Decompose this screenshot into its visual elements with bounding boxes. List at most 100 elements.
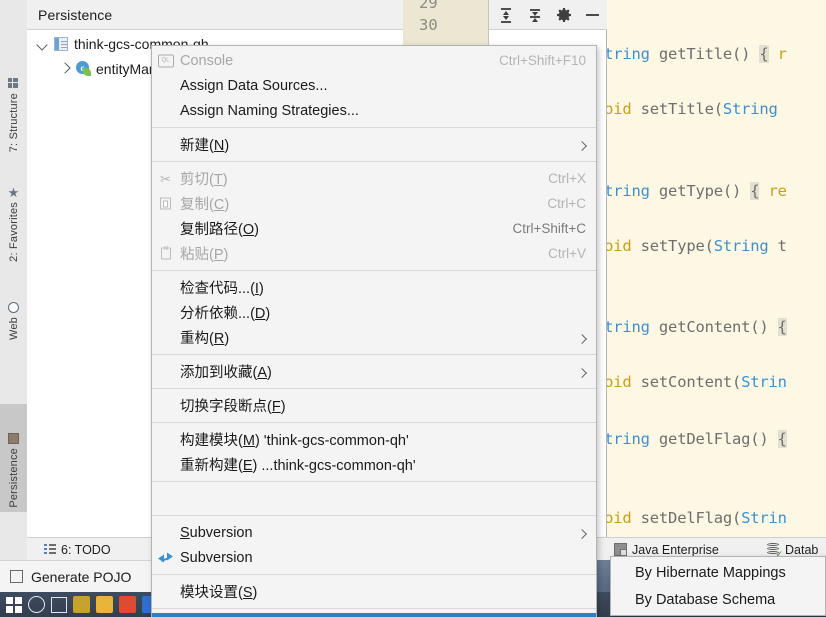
status-todo[interactable]: 6: TODO [44,538,111,561]
menu-item-console[interactable]: QL Console Ctrl+Shift+F10 [152,48,596,73]
windows-start-icon[interactable] [6,596,22,613]
menu-item-label: 粘贴(P) [180,247,229,263]
taskbar-app-icon-1[interactable] [73,596,90,613]
menu-item-label: Assign Naming Strategies... [180,102,359,119]
code-line: void setTitle(String [607,100,778,118]
menu-item-label: Subversion [180,524,253,541]
taskbar-app-icon-2[interactable] [96,596,113,613]
menu-item-label: 分析依赖...(D) [180,306,271,322]
menu-separator [152,608,596,609]
menu-item-rebuild-module[interactable]: 重新构建(E) ...think-gcs-common-qh' [152,452,596,477]
menu-item-subversion[interactable]: Subversion [152,520,596,545]
sidebar-item-favorites[interactable]: 2: Favorites ★ [0,162,27,266]
menu-item-accel: Ctrl+Shift+C [512,221,586,236]
menu-item-assign-data-sources[interactable]: Assign Data Sources... [152,73,596,98]
code-line: void setDelFlag(Strin [607,509,787,527]
menu-item-generate-persistence-mapping[interactable] [152,613,596,617]
code-line: void setContent(Strin [607,373,787,391]
sidebar-item-label: Persistence [7,448,20,508]
sidebar-item-label: 2: Favorites [7,202,20,262]
line-number: 30 [419,16,438,34]
menu-separator [152,270,596,271]
sidebar-item-persistence[interactable]: Persistence [0,404,27,512]
todo-list-icon [44,544,56,555]
menu-item-label: 重构(R) [180,331,230,347]
hide-window-button[interactable] [578,0,607,30]
database-icon [767,543,783,560]
cortana-search-icon[interactable] [28,596,45,613]
sidebar-item-structure[interactable]: 7: Structure [0,48,27,156]
menu-item-compare[interactable]: Subversion [152,545,596,570]
menu-item-label: By Hibernate Mappings [635,564,786,581]
menu-item-new[interactable]: 新建(N) [152,132,596,157]
menu-item-label: Console [180,52,234,69]
generate-pojo-label: Generate POJO [31,568,132,585]
chevron-right-icon[interactable] [57,61,72,76]
menu-separator [152,515,596,516]
generate-persistence-mapping-submenu: By Hibernate Mappings By Database Schema [610,556,826,616]
menu-item-cut[interactable]: ✂ 剪切(T) Ctrl+X [152,166,596,191]
code-editor[interactable]: String getTitle() { r void setTitle(Stri… [607,0,826,537]
menu-item-assign-naming-strategies[interactable]: Assign Naming Strategies... [152,98,596,123]
context-menu: QL Console Ctrl+Shift+F10 Assign Data So… [151,45,597,617]
console-icon: QL [157,53,174,68]
page-title: Persistence [38,6,113,23]
menu-item-paste[interactable]: 粘贴(P) Ctrl+V [152,241,596,266]
settings-button[interactable] [549,0,578,30]
menu-separator [152,161,596,162]
paste-icon [157,246,174,261]
submenu-item-by-hibernate-mappings[interactable]: By Hibernate Mappings [611,559,825,586]
menu-item-label: 检查代码...(I) [180,281,264,297]
menu-item-label: 复制(C) [180,197,230,213]
editor-gutter: 29 30 [403,0,489,45]
web-globe-icon [8,301,19,313]
code-line: void setType(String t [607,237,787,255]
java-enterprise-icon [614,543,627,556]
line-number: 29 [419,0,438,12]
menu-separator [152,574,596,575]
menu-item-label: 添加到收藏(A) [180,365,272,381]
menu-item-analyze-dependencies[interactable]: 分析依赖...(D) [152,300,596,325]
taskbar-app-icon-3[interactable] [119,596,136,613]
menu-item-show-in-explorer[interactable] [152,486,596,511]
menu-separator [152,422,596,423]
menu-item-copy[interactable]: 复制(C) Ctrl+C [152,191,596,216]
menu-item-accel: Ctrl+Shift+F10 [498,53,586,68]
expand-all-icon [499,7,513,23]
code-line: String getContent() { [607,318,787,336]
app-root: 7: Structure 2: Favorites ★ Web Persiste… [0,0,826,617]
sidebar-item-label: 7: Structure [7,92,20,152]
sidebar-item-web[interactable]: Web [0,272,27,344]
chevron-down-icon[interactable] [35,36,50,51]
code-line: String getTitle() { r [607,45,787,63]
sidebar-item-label: Web [7,316,20,340]
gear-icon [556,8,571,22]
menu-item-module-settings[interactable]: 模块设置(S) [152,579,596,604]
submenu-item-by-database-schema[interactable]: By Database Schema [611,586,825,613]
status-java-enterprise-label: Java Enterprise [632,542,719,557]
task-view-icon[interactable] [51,596,67,613]
menu-separator [152,127,596,128]
menu-item-label: 剪切(T) [180,172,228,188]
menu-separator [152,354,596,355]
tool-window-stripe-left: 7: Structure 2: Favorites ★ Web Persiste… [0,0,28,560]
menu-item-refactor[interactable]: 重构(R) [152,325,596,350]
menu-item-copy-path[interactable]: 复制路径(O) Ctrl+Shift+C [152,216,596,241]
status-database-label: Datab [785,542,819,557]
expand-all-button[interactable] [491,0,520,30]
persistence-header: Persistence QL [27,0,607,30]
module-icon [54,36,68,51]
menu-item-add-to-favorites[interactable]: 添加到收藏(A) [152,359,596,384]
menu-item-label: 重新构建(E) ...think-gcs-common-qh' [180,458,416,474]
menu-item-label: Assign Data Sources... [180,77,328,94]
status-todo-label: 6: TODO [61,542,111,557]
menu-item-inspect-code[interactable]: 检查代码...(I) [152,275,596,300]
menu-item-label: Subversion [180,549,253,566]
menu-item-toggle-field-breakpoint[interactable]: 切换字段断点(F) [152,393,596,418]
collapse-all-icon [528,8,542,23]
collapse-all-button[interactable] [520,0,549,30]
menu-item-label: By Database Schema [635,591,776,608]
menu-separator [152,481,596,482]
menu-item-build-module[interactable]: 构建模块(M) 'think-gcs-common-qh' [152,427,596,452]
menu-item-accel: Ctrl+X [548,171,586,186]
